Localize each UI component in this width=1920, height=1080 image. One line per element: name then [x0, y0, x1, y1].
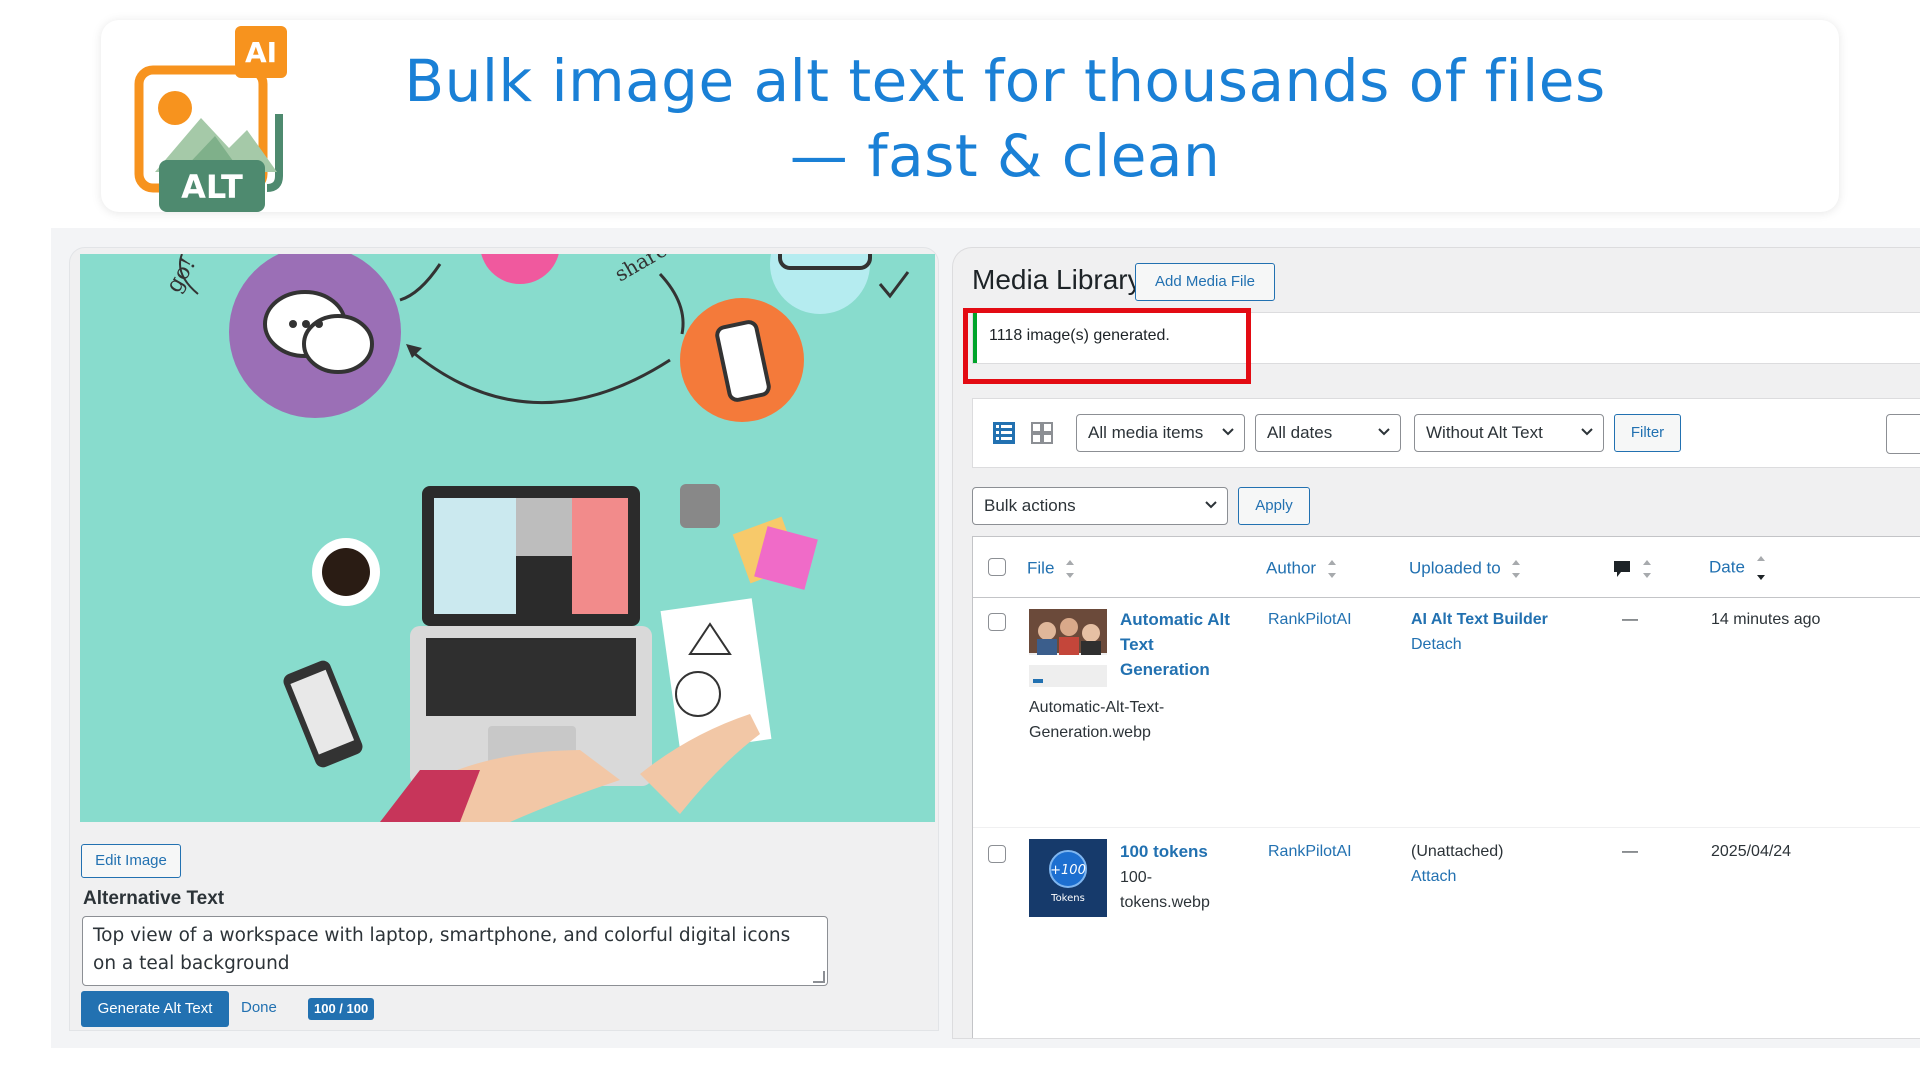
media-thumbnail[interactable]	[1029, 609, 1107, 687]
generate-alt-text-button[interactable]: Generate Alt Text	[81, 991, 229, 1027]
author-link[interactable]: RankPilotAI	[1268, 839, 1352, 864]
logo-badge-ai: AI	[245, 36, 277, 69]
search-input[interactable]	[1886, 414, 1920, 454]
alt-text-textarea[interactable]: Top view of a workspace with laptop, sma…	[82, 916, 828, 986]
media-filename: Automatic-Alt-Text- Generation.webp	[1029, 695, 1164, 745]
sort-icon	[1512, 560, 1521, 578]
media-filename: 100- tokens.webp	[1120, 865, 1210, 915]
sort-desc-icon	[1756, 556, 1765, 580]
media-filter-bar: All media items All dates Without Alt Te…	[972, 398, 1920, 468]
chevron-down-icon	[1378, 428, 1390, 436]
uploaded-to-cell: AI Alt Text Builder Detach	[1411, 607, 1548, 657]
grid-view-icon[interactable]	[1031, 422, 1053, 449]
generation-count-badge: 100 / 100	[308, 998, 375, 1020]
media-title-line-1: Automatic Alt	[1120, 610, 1230, 629]
filename-line-2: tokens.webp	[1120, 894, 1210, 911]
resize-handle[interactable]	[813, 971, 825, 983]
bulk-actions-select[interactable]: Bulk actions	[972, 487, 1228, 525]
filter-button[interactable]: Filter	[1614, 414, 1681, 452]
thumb-token-label: Tokens	[1050, 893, 1085, 904]
chevron-down-icon	[1581, 428, 1593, 436]
media-date: 14 minutes ago	[1711, 611, 1821, 628]
media-title-link[interactable]: 100 tokens	[1120, 839, 1208, 864]
column-author[interactable]: Author	[1266, 557, 1337, 581]
alt-text-value: Top view of a workspace with laptop, sma…	[93, 925, 791, 974]
column-uploaded-to[interactable]: Uploaded to	[1409, 557, 1521, 581]
headline-line-2: — fast & clean	[789, 122, 1221, 190]
column-date[interactable]: Date	[1709, 553, 1766, 583]
row-checkbox[interactable]	[988, 845, 1006, 863]
alt-text-filter-select[interactable]: Without Alt Text	[1414, 414, 1604, 452]
filename-line-1: 100-	[1120, 869, 1153, 886]
detach-link[interactable]: Detach	[1411, 632, 1548, 657]
comments-count: —	[1622, 611, 1638, 628]
banner-headline: Bulk image alt text for thousands of fil…	[331, 44, 1679, 194]
promo-banner: AI ALT Bulk image alt text for thousands…	[101, 20, 1839, 212]
filename-line-1: Automatic-Alt-Text-	[1029, 699, 1165, 716]
chevron-down-icon	[1205, 501, 1217, 509]
media-type-select[interactable]: All media items	[1076, 414, 1245, 452]
sort-icon	[1066, 560, 1075, 578]
logo-badge-alt: ALT	[181, 168, 243, 206]
alt-text-label: Alternative Text	[83, 888, 225, 909]
parent-post-link[interactable]: AI Alt Text Builder	[1411, 607, 1548, 632]
filename-line-2: Generation.webp	[1029, 724, 1151, 741]
page-title: Media Library	[972, 264, 1142, 295]
sort-icon	[1642, 560, 1651, 578]
column-file-label: File	[1027, 558, 1055, 578]
table-header: File Author Uploaded to Date	[973, 537, 1920, 598]
column-uploaded-label: Uploaded to	[1409, 558, 1501, 578]
edit-image-button[interactable]: Edit Image	[81, 844, 181, 878]
media-type-value: All media items	[1088, 423, 1204, 442]
alt-filter-value: Without Alt Text	[1426, 423, 1543, 442]
screenshot-stage: go! share Edit Image Alternative Text To…	[51, 228, 1920, 1048]
media-table: File Author Uploaded to Date Automatic A…	[972, 536, 1920, 1038]
comment-bubble-icon	[1614, 561, 1630, 577]
done-link[interactable]: Done	[241, 999, 277, 1016]
column-comments[interactable]	[1613, 557, 1652, 581]
column-author-label: Author	[1266, 558, 1317, 578]
media-date: 2025/04/24	[1711, 843, 1792, 860]
media-title-link[interactable]: Automatic Alt Text Generation	[1120, 607, 1230, 682]
row-divider	[973, 827, 1920, 828]
media-title-line-3: Generation	[1120, 660, 1210, 679]
media-library-panel: Media Library Add Media File 1118 image(…	[952, 247, 1920, 1039]
add-media-file-button[interactable]: Add Media File	[1135, 263, 1275, 301]
row-checkbox[interactable]	[988, 613, 1006, 631]
comments-count: —	[1622, 843, 1638, 860]
unattached-label: (Unattached)	[1411, 843, 1504, 860]
media-thumbnail[interactable]: +100 Tokens	[1029, 839, 1107, 917]
attachment-editor-panel: go! share Edit Image Alternative Text To…	[69, 247, 939, 1031]
author-link[interactable]: RankPilotAI	[1268, 607, 1352, 632]
attach-link[interactable]: Attach	[1411, 864, 1504, 889]
select-all-checkbox[interactable]	[988, 558, 1006, 576]
notice-highlight-box	[963, 308, 1251, 384]
column-date-label: Date	[1709, 557, 1745, 577]
sort-icon	[1327, 560, 1336, 578]
column-file[interactable]: File	[1027, 557, 1075, 581]
preview-image: go! share	[80, 254, 935, 822]
dates-select[interactable]: All dates	[1255, 414, 1401, 452]
list-view-icon[interactable]	[993, 422, 1015, 449]
bulk-actions-value: Bulk actions	[984, 496, 1076, 515]
uploaded-to-cell: (Unattached) Attach	[1411, 839, 1504, 889]
thumb-token-value: +100	[1050, 863, 1086, 878]
ai-alt-logo: AI ALT	[131, 26, 291, 212]
apply-button[interactable]: Apply	[1238, 487, 1310, 525]
media-title-line-2: Text	[1120, 635, 1154, 654]
chevron-down-icon	[1222, 428, 1234, 436]
dates-value: All dates	[1267, 423, 1333, 442]
headline-line-1: Bulk image alt text for thousands of fil…	[404, 47, 1606, 115]
